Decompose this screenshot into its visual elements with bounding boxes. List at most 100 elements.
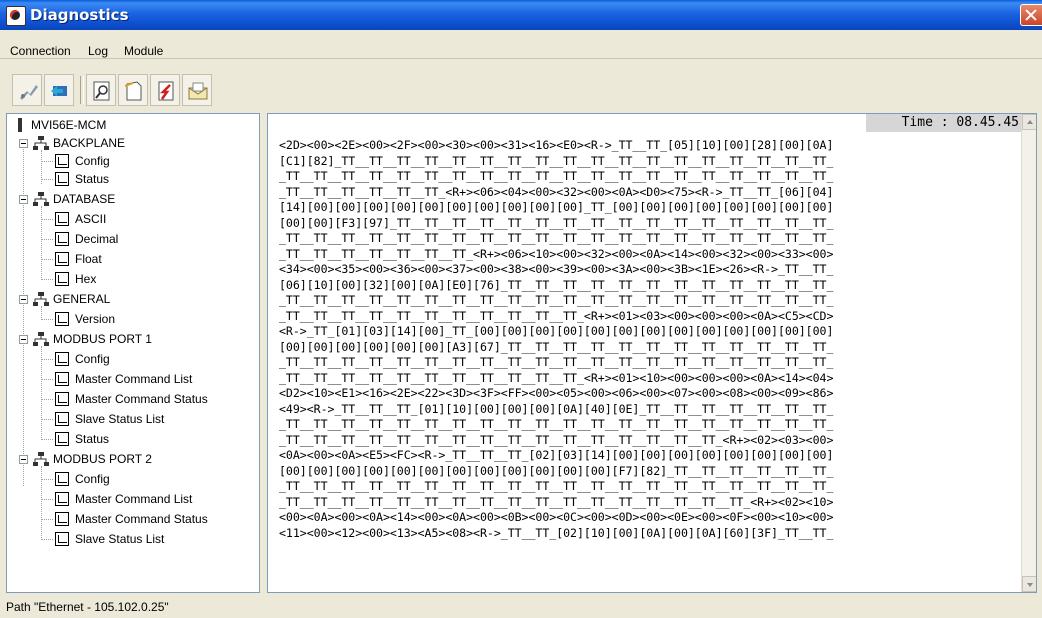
comm-icon xyxy=(51,86,67,96)
time-display: Time : 08.45.45 xyxy=(866,114,1021,132)
tree-leaf-label: Master Command Status xyxy=(75,392,208,406)
tree-leaf-label: Slave Status List xyxy=(75,412,165,426)
collapse-icon[interactable] xyxy=(19,335,28,344)
collapse-icon[interactable] xyxy=(19,295,28,304)
page-icon xyxy=(55,312,69,326)
log-line: <2D><00><2E><00><2F><00><30><00><31><16>… xyxy=(279,138,834,152)
log-line: _TT__TT__TT__TT__TT__TT__TT__TT__TT__TT_… xyxy=(279,494,834,509)
page-icon xyxy=(55,372,69,386)
network-icon xyxy=(33,292,49,306)
log-line: <D2><10><E1><16><2E><22><3D><3F><FF><00>… xyxy=(279,386,834,400)
tree-node-label: DATABASE xyxy=(53,192,116,206)
module-tree[interactable]: MVI56E-MCM BACKPLANE Config Status DATAB… xyxy=(6,113,260,593)
log-line: _TT__TT__TT__TT__TT__TT__TT__TT__TT__TT_… xyxy=(279,293,834,307)
log-line: <0A><00><0A><E5><FC><R->_TT__TT__TT_[02]… xyxy=(279,448,834,462)
page-icon xyxy=(55,272,69,286)
network-icon xyxy=(33,136,49,150)
log-line: _TT__TT__TT__TT__TT__TT__TT__TT__TT__TT_… xyxy=(279,355,834,369)
transfer-button[interactable] xyxy=(150,74,180,106)
tree-leaf-label: Decimal xyxy=(75,232,119,246)
tree-root-label: MVI56E-MCM xyxy=(31,118,107,132)
collapse-icon[interactable] xyxy=(19,455,28,464)
connect-button[interactable] xyxy=(12,74,42,106)
log-line: _TT__TT__TT__TT__TT__TT__TT__TT__TT__TT_… xyxy=(279,308,834,323)
new-doc-button[interactable] xyxy=(118,74,148,106)
log-line: <11><00><12><00><13><A5><08><R->_TT__TT_… xyxy=(279,525,834,540)
log-line: _TT__TT__TT__TT__TT__TT_<R+><06><04><00>… xyxy=(279,184,834,199)
tree-node-label: GENERAL xyxy=(53,292,111,306)
page-icon xyxy=(55,472,69,486)
log-line: <R->_TT_[01][03][14][00]_TT_[00][00][00]… xyxy=(279,324,834,338)
log-line: [00][00][00][00][00][00][A3][67]_TT__TT_… xyxy=(279,339,834,354)
menu-connection[interactable]: Connection xyxy=(10,44,71,58)
menu-bar: Connection Log Module xyxy=(0,30,1042,59)
search-button[interactable] xyxy=(86,74,116,106)
log-lines: <2D><00><2E><00><2F><00><30><00><31><16>… xyxy=(279,138,1019,541)
search-icon xyxy=(93,81,110,101)
tree-node-label: MODBUS PORT 1 xyxy=(53,332,152,346)
network-icon xyxy=(33,192,49,206)
connection-path: Path "Ethernet - 105.102.0.25" xyxy=(6,600,169,614)
log-line: <00><0A><00><0A><14><00><0A><00><0B><00>… xyxy=(279,510,834,524)
page-icon xyxy=(55,172,69,186)
scroll-down-arrow-icon[interactable] xyxy=(1022,576,1036,592)
page-icon xyxy=(55,212,69,226)
log-line: _TT__TT__TT__TT__TT__TT__TT__TT__TT__TT_… xyxy=(279,417,834,431)
log-line: _TT__TT__TT__TT__TT__TT__TT_<R+><06><10>… xyxy=(279,246,834,261)
collapse-icon[interactable] xyxy=(19,139,28,148)
collapse-icon[interactable] xyxy=(19,195,28,204)
tree-leaf-label: ASCII xyxy=(75,212,107,226)
tree-node-label: MODBUS PORT 2 xyxy=(53,452,152,466)
page-icon xyxy=(55,512,69,526)
comm-button[interactable] xyxy=(44,74,74,106)
log-line: _TT__TT__TT__TT__TT__TT__TT__TT__TT__TT_… xyxy=(279,169,834,183)
log-line: [06][10][00][32][00][0A][E0][76]_TT__TT_… xyxy=(279,277,834,292)
log-line: _TT__TT__TT__TT__TT__TT__TT__TT__TT__TT_… xyxy=(279,370,834,385)
tree-leaf-label: Master Command List xyxy=(75,492,193,506)
log-line: <34><00><35><00><36><00><37><00><38><00>… xyxy=(279,262,834,276)
tree-leaf-label: Config xyxy=(75,154,110,168)
tree-node-label: BACKPLANE xyxy=(53,136,126,150)
connect-icon xyxy=(20,85,38,100)
tree-leaf-label: Status xyxy=(75,172,110,186)
page-icon xyxy=(55,432,69,446)
tree-leaf-label: Status xyxy=(75,432,110,446)
app-icon xyxy=(6,6,26,26)
status-bar: Path "Ethernet - 105.102.0.25" xyxy=(0,594,1042,618)
tree-leaf-label: Config xyxy=(75,352,110,366)
log-line: _TT__TT__TT__TT__TT__TT__TT__TT__TT__TT_… xyxy=(279,479,834,493)
log-output[interactable]: Time : 08.45.45 <2D><00><2E><00><2F><00>… xyxy=(267,113,1037,593)
page-icon xyxy=(55,154,69,168)
log-line: <49><R->_TT__TT__TT_[01][10][00][00][00]… xyxy=(279,401,834,416)
tree-leaf-label: Master Command Status xyxy=(75,512,208,526)
page-icon xyxy=(55,412,69,426)
page-icon xyxy=(55,232,69,246)
menu-module[interactable]: Module xyxy=(124,44,163,58)
log-line: [C1][82]_TT__TT__TT__TT__TT__TT__TT__TT_… xyxy=(279,153,834,168)
tree-leaf-label: Config xyxy=(75,472,110,486)
log-line: [00][00][F3][97]_TT__TT__TT__TT__TT__TT_… xyxy=(279,215,834,230)
tree-leaf-label: Float xyxy=(75,252,102,266)
page-icon xyxy=(55,532,69,546)
tree-leaf-label: Version xyxy=(75,312,116,326)
transfer-icon xyxy=(158,81,174,101)
page-icon xyxy=(55,392,69,406)
email-icon xyxy=(188,82,208,100)
email-button[interactable] xyxy=(182,74,212,106)
scroll-up-arrow-icon[interactable] xyxy=(1022,114,1036,130)
module-icon xyxy=(18,118,22,132)
new-doc-icon xyxy=(124,81,142,101)
title-bar[interactable]: Diagnostics xyxy=(0,0,1042,30)
network-icon xyxy=(33,332,49,346)
window-title: Diagnostics xyxy=(30,6,129,24)
log-line: _TT__TT__TT__TT__TT__TT__TT__TT__TT__TT_… xyxy=(279,231,834,245)
tree-leaf-label: Master Command List xyxy=(75,372,193,386)
tree-leaf-label: Slave Status List xyxy=(75,532,165,546)
log-line: [14][00][00][00][00][00][00][00][00][00]… xyxy=(279,200,834,214)
log-line: _TT__TT__TT__TT__TT__TT__TT__TT__TT__TT_… xyxy=(279,432,834,447)
menu-log[interactable]: Log xyxy=(88,44,108,58)
vertical-scrollbar[interactable] xyxy=(1021,114,1036,592)
close-button[interactable] xyxy=(1020,4,1042,26)
tree-leaf-label: Hex xyxy=(75,272,97,286)
log-line: [00][00][00][00][00][00][00][00][00][00]… xyxy=(279,463,834,478)
